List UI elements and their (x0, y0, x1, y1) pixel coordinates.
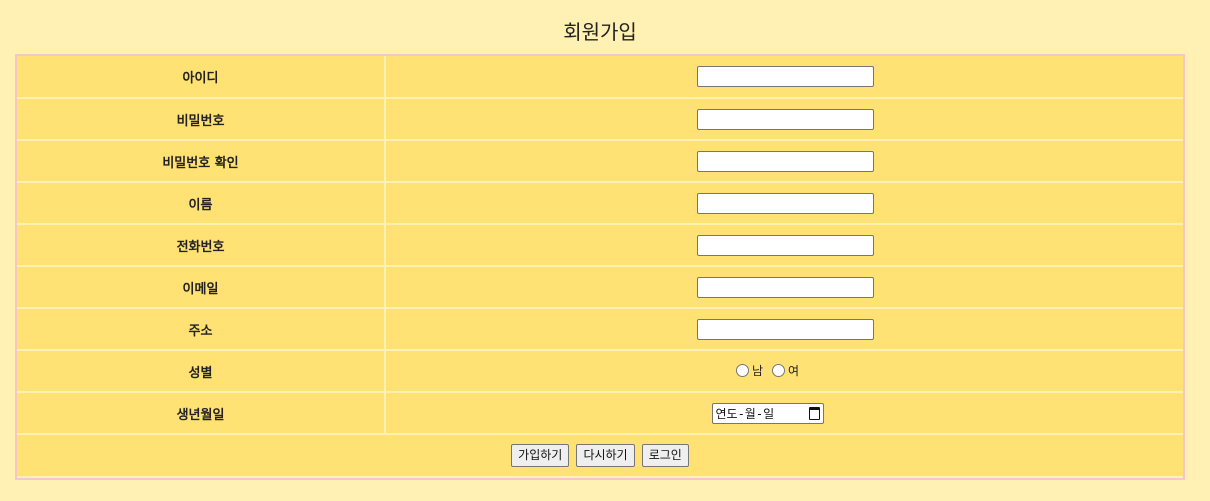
gender-female-radio[interactable] (772, 363, 785, 377)
calendar-icon[interactable] (808, 406, 820, 420)
form-row-name: 이름 (17, 182, 1183, 225)
join-button[interactable]: 가입하기 (511, 444, 570, 467)
form-row-gender: 성별 남 여 (17, 350, 1183, 393)
password-label: 비밀번호 (17, 98, 386, 141)
birthdate-placeholder: 연도-월-일 (715, 406, 775, 421)
form-row-address: 주소 (17, 308, 1183, 351)
gender-label: 성별 (17, 350, 386, 393)
name-input[interactable] (696, 192, 874, 214)
address-label: 주소 (17, 308, 386, 351)
id-input[interactable] (696, 66, 874, 87)
email-label: 이메일 (17, 266, 386, 309)
form-row-birthdate: 생년월일 연도-월-일 (17, 392, 1183, 435)
form-row-password-confirm: 비밀번호 확인 (17, 140, 1183, 183)
name-label: 이름 (17, 182, 386, 225)
gender-female-label: 여 (788, 363, 800, 378)
gender-male-radio[interactable] (735, 363, 749, 377)
login-button[interactable]: 로그인 (641, 444, 689, 467)
form-row-email: 이메일 (17, 266, 1183, 309)
reset-button[interactable]: 다시하기 (576, 444, 635, 467)
birthdate-label: 생년월일 (17, 392, 386, 435)
form-row-buttons: 가입하기 다시하기 로그인 (17, 434, 1183, 476)
id-label: 아이디 (17, 56, 386, 99)
phone-input[interactable] (696, 234, 874, 256)
address-input[interactable] (696, 318, 874, 340)
phone-label: 전화번호 (17, 224, 386, 267)
form-row-phone: 전화번호 (17, 224, 1183, 267)
gender-male-label: 남 (751, 363, 763, 378)
email-input[interactable] (696, 276, 874, 298)
signup-form-table: 아이디 비밀번호 비밀번호 확인 이름 전화번호 이메일 주소 성별 남 여 생… (17, 56, 1183, 476)
password-input[interactable] (696, 108, 874, 130)
page-title: 회원가입 (563, 20, 637, 44)
form-row-password: 비밀번호 (17, 98, 1183, 141)
password-confirm-input[interactable] (696, 150, 874, 172)
form-row-id: 아이디 (17, 56, 1183, 99)
gender-radio-group: 남 여 (735, 362, 800, 379)
password-confirm-label: 비밀번호 확인 (17, 140, 386, 183)
birthdate-input[interactable]: 연도-월-일 (711, 402, 824, 424)
